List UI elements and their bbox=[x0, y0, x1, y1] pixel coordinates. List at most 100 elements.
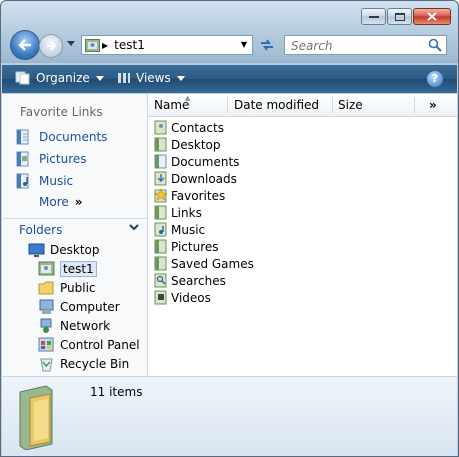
list-item[interactable]: Links bbox=[154, 204, 202, 221]
file-name: Documents bbox=[171, 154, 240, 169]
more-links-button[interactable]: More » bbox=[39, 195, 83, 209]
more-columns-button[interactable]: » bbox=[429, 98, 437, 112]
column-divider[interactable] bbox=[227, 97, 228, 113]
refresh-icon bbox=[261, 39, 273, 51]
file-name: Saved Games bbox=[171, 256, 254, 271]
maximize-button[interactable] bbox=[387, 8, 412, 25]
file-list-pane: ▲ Name Date modified Size » Contacts Des… bbox=[148, 94, 457, 376]
minimize-button[interactable] bbox=[361, 8, 386, 25]
search-box[interactable] bbox=[284, 35, 447, 55]
tree-item-test1[interactable]: test1 bbox=[38, 260, 97, 278]
desktop-folder-icon bbox=[154, 137, 167, 152]
close-button[interactable] bbox=[413, 8, 451, 25]
views-icon bbox=[118, 73, 130, 83]
search-icon[interactable] bbox=[428, 38, 442, 52]
search-input[interactable] bbox=[289, 37, 393, 55]
help-button[interactable]: ? bbox=[427, 71, 443, 87]
explorer-window: ▶ test1 ▼ Organize Views ? Favorite Link… bbox=[0, 0, 459, 457]
tree-item-label: Desktop bbox=[50, 243, 100, 257]
forward-arrow-icon bbox=[47, 41, 56, 51]
computer-icon bbox=[39, 299, 54, 314]
tree-item-label: Control Panel bbox=[60, 338, 140, 352]
user-folder-large-icon bbox=[19, 385, 53, 450]
tree-item-network[interactable]: Network bbox=[38, 317, 110, 335]
tree-item-computer[interactable]: Computer bbox=[38, 298, 120, 316]
list-item[interactable]: Searches bbox=[154, 272, 226, 289]
list-item[interactable]: Favorites bbox=[154, 187, 225, 204]
desktop-icon bbox=[28, 243, 45, 257]
list-item[interactable]: Downloads bbox=[154, 170, 237, 187]
links-folder-icon bbox=[154, 205, 167, 220]
favorite-link-documents[interactable]: Documents bbox=[16, 129, 107, 145]
views-label: Views bbox=[136, 71, 171, 85]
address-dropdown-icon[interactable]: ▼ bbox=[241, 40, 247, 49]
organize-label: Organize bbox=[36, 71, 90, 85]
breadcrumb-item[interactable]: test1 bbox=[114, 38, 145, 52]
file-name: Music bbox=[171, 222, 206, 237]
chevron-down-icon bbox=[176, 75, 185, 81]
maximize-icon bbox=[394, 12, 405, 21]
favorite-link-music[interactable]: Music bbox=[16, 173, 73, 189]
organize-icon bbox=[15, 71, 30, 85]
back-button[interactable] bbox=[10, 30, 40, 60]
refresh-button[interactable] bbox=[257, 36, 277, 54]
list-item[interactable]: Saved Games bbox=[154, 255, 254, 272]
pictures-folder-icon bbox=[154, 239, 167, 254]
favorite-links-heading: Favorite Links bbox=[20, 105, 103, 119]
tree-item-recycle-bin[interactable]: Recycle Bin bbox=[38, 355, 129, 373]
list-item[interactable]: Music bbox=[154, 221, 205, 238]
file-name: Videos bbox=[171, 290, 211, 305]
videos-folder-icon bbox=[154, 290, 167, 305]
tree-item-label: Computer bbox=[60, 300, 120, 314]
searches-folder-icon bbox=[154, 273, 167, 288]
column-header-date-modified[interactable]: Date modified bbox=[234, 98, 319, 112]
forward-button[interactable] bbox=[39, 34, 63, 58]
tree-item-label: Network bbox=[60, 319, 111, 333]
list-item[interactable]: Contacts bbox=[154, 119, 224, 136]
folders-label: Folders bbox=[19, 223, 63, 237]
close-icon bbox=[427, 12, 437, 21]
user-folder-icon bbox=[38, 261, 55, 276]
column-divider[interactable] bbox=[332, 97, 333, 113]
navigation-pane: Favorite Links Documents Pictures Music … bbox=[2, 94, 148, 376]
folders-header[interactable]: Folders bbox=[3, 218, 147, 241]
file-name: Downloads bbox=[171, 171, 237, 186]
user-folder-icon bbox=[85, 39, 100, 52]
tree-item-label: Recycle Bin bbox=[60, 357, 130, 371]
tree-item-control-panel[interactable]: Control Panel bbox=[38, 336, 140, 354]
address-bar[interactable]: ▶ test1 ▼ bbox=[81, 35, 253, 55]
favorite-link-pictures[interactable]: Pictures bbox=[16, 151, 87, 167]
file-name: Desktop bbox=[171, 137, 221, 152]
list-item[interactable]: Pictures bbox=[154, 238, 219, 255]
documents-icon bbox=[16, 129, 29, 145]
column-header-row: ▲ Name Date modified Size » bbox=[148, 94, 457, 117]
breadcrumb-separator-icon[interactable]: ▶ bbox=[102, 41, 108, 50]
recent-pages-dropdown[interactable] bbox=[67, 41, 75, 47]
column-divider[interactable] bbox=[414, 97, 415, 113]
file-name: Favorites bbox=[171, 188, 226, 203]
column-header-size[interactable]: Size bbox=[338, 98, 363, 112]
folder-icon bbox=[38, 281, 54, 295]
music-folder-icon bbox=[154, 222, 167, 237]
organize-menu[interactable]: Organize bbox=[15, 71, 104, 85]
column-header-name[interactable]: Name bbox=[154, 98, 189, 112]
favorite-link-label: Music bbox=[39, 174, 74, 188]
double-chevron-icon: » bbox=[74, 195, 83, 209]
tree-item-public[interactable]: Public bbox=[38, 279, 96, 297]
item-count: 11 items bbox=[90, 385, 143, 399]
file-name: Contacts bbox=[171, 120, 224, 135]
favorite-link-label: Documents bbox=[39, 130, 108, 144]
favorites-folder-icon bbox=[154, 188, 167, 203]
tree-item-desktop[interactable]: Desktop bbox=[28, 241, 100, 259]
back-arrow-icon bbox=[18, 39, 31, 51]
file-name: Links bbox=[171, 205, 202, 220]
network-icon bbox=[40, 318, 52, 333]
list-item[interactable]: Documents bbox=[154, 153, 239, 170]
documents-folder-icon bbox=[154, 154, 167, 169]
list-item[interactable]: Videos bbox=[154, 289, 211, 306]
caption-buttons bbox=[360, 8, 451, 25]
views-menu[interactable]: Views bbox=[117, 71, 185, 85]
file-name: Searches bbox=[171, 273, 226, 288]
details-pane: 11 items bbox=[2, 376, 457, 456]
list-item[interactable]: Desktop bbox=[154, 136, 221, 153]
